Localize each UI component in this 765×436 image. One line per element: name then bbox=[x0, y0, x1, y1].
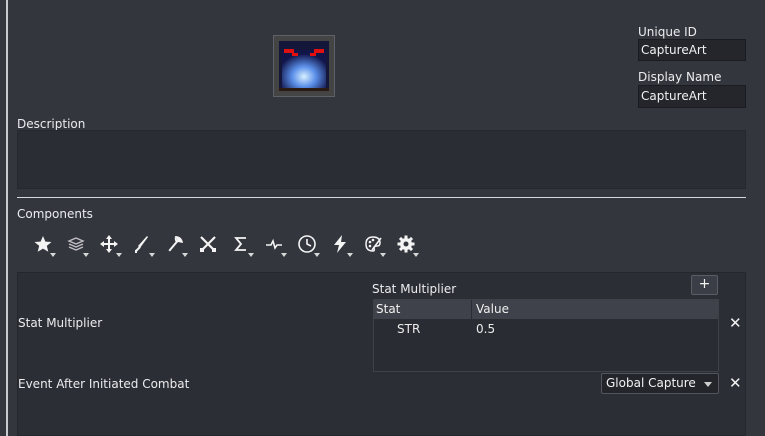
add-sword-component-button[interactable] bbox=[125, 232, 158, 258]
divider bbox=[17, 197, 746, 198]
remove-stat-multiplier-button[interactable]: ✕ bbox=[729, 316, 742, 331]
add-axe-component-button[interactable] bbox=[158, 232, 191, 258]
display-name-label: Display Name bbox=[638, 70, 722, 84]
stat-cell[interactable]: STR bbox=[397, 322, 420, 336]
description-label: Description bbox=[17, 117, 86, 131]
add-lightning-component-button[interactable] bbox=[323, 232, 356, 258]
add-pulse-component-button[interactable] bbox=[257, 232, 290, 258]
add-stat-button[interactable]: + bbox=[691, 275, 718, 295]
stat-multiplier-table-title: Stat Multiplier bbox=[372, 282, 457, 296]
add-formula-component-button[interactable] bbox=[224, 232, 257, 258]
left-border bbox=[6, 0, 8, 436]
add-combat-component-button[interactable] bbox=[191, 232, 224, 258]
add-layers-component-button[interactable] bbox=[59, 232, 92, 258]
stat-table: Stat Value STR 0.5 bbox=[373, 299, 719, 372]
crossed-swords-icon bbox=[198, 234, 218, 257]
add-settings-component-button[interactable] bbox=[389, 232, 422, 258]
components-label: Components bbox=[17, 207, 93, 221]
portrait-image[interactable] bbox=[273, 35, 335, 97]
add-art-component-button[interactable] bbox=[356, 232, 389, 258]
column-header-value[interactable]: Value bbox=[476, 302, 509, 316]
remove-event-button[interactable]: ✕ bbox=[729, 376, 742, 391]
display-name-field[interactable]: CaptureArt bbox=[638, 85, 746, 108]
chevron-down-icon bbox=[704, 382, 712, 387]
add-timing-component-button[interactable] bbox=[290, 232, 323, 258]
stat-table-header: Stat Value bbox=[374, 300, 718, 319]
value-cell[interactable]: 0.5 bbox=[476, 322, 495, 336]
event-select-value: Global Capture bbox=[606, 376, 696, 390]
column-header-stat[interactable]: Stat bbox=[376, 302, 400, 316]
unique-id-label: Unique ID bbox=[638, 25, 697, 39]
unique-id-field[interactable]: CaptureArt bbox=[638, 39, 746, 61]
stat-multiplier-row-label: Stat Multiplier bbox=[18, 316, 103, 330]
add-star-component-button[interactable] bbox=[26, 232, 59, 258]
event-select-dropdown[interactable]: Global Capture bbox=[601, 373, 719, 394]
add-move-component-button[interactable] bbox=[92, 232, 125, 258]
description-textarea[interactable] bbox=[17, 130, 746, 189]
components-toolbar bbox=[26, 232, 422, 258]
event-after-combat-row-label: Event After Initiated Combat bbox=[18, 377, 190, 391]
